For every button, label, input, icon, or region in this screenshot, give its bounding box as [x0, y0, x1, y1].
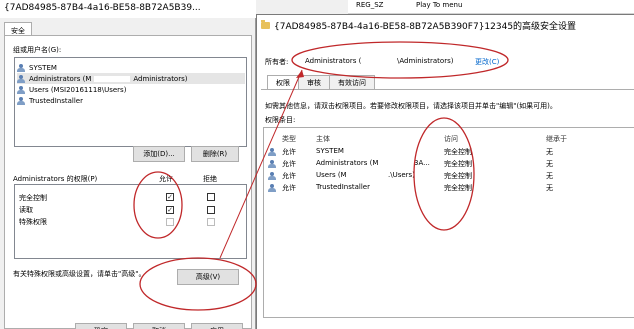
permission-list: 完全控制 ✓ 读取 ✓ 特殊权限 — [14, 184, 247, 259]
owner-label: 所有者: — [265, 58, 289, 66]
permission-entries-table[interactable]: 类型 主体 访问 继承于 允许 SYSTEM 完全控制 无 允许 Adminis… — [263, 127, 634, 318]
user-list[interactable]: SYSTEM Administrators (M Administrators)… — [14, 57, 247, 147]
tab-audit[interactable]: 审核 — [298, 75, 330, 89]
deny-checkbox — [207, 218, 215, 226]
user-group-icon — [268, 184, 277, 192]
registry-type: REG_SZ — [356, 1, 384, 9]
column-header[interactable]: 主体 — [316, 134, 330, 144]
user-group-icon — [17, 96, 26, 105]
remove-button[interactable]: 删除(R) — [191, 146, 239, 162]
registry-value-row: REG_SZ Play To menu — [348, 0, 634, 14]
column-header[interactable]: 继承于 — [546, 134, 567, 144]
user-group-icon — [17, 85, 26, 94]
table-row[interactable]: 允许 TrustedInstaller 完全控制 无 — [264, 182, 634, 193]
folder-icon — [261, 20, 270, 29]
tab-security[interactable]: 安全 — [4, 22, 32, 36]
list-item[interactable]: Administrators (M Administrators) — [17, 73, 245, 84]
allow-checkbox[interactable]: ✓ — [166, 206, 174, 214]
dialog-title: {7AD84985-87B4-4a16-BE58-8B72A5B39... — [0, 0, 256, 18]
deny-checkbox[interactable] — [207, 206, 215, 214]
tab-permissions[interactable]: 权限 — [267, 75, 299, 90]
deny-header: 拒绝 — [203, 175, 217, 183]
list-item[interactable]: TrustedInstaller — [17, 95, 245, 106]
tab-divider — [261, 89, 634, 90]
user-group-icon — [268, 160, 277, 168]
advanced-hint: 有关特殊权限或高级设置，请单击"高级"。 — [13, 270, 146, 278]
permissions-label: Administrators 的权限(P) — [13, 175, 98, 183]
change-owner-link[interactable]: 更改(C) — [475, 57, 499, 67]
column-header[interactable]: 类型 — [282, 134, 296, 144]
apply-button[interactable]: 应用 — [191, 323, 243, 329]
window-title: {7AD84985-87B4-4a16-BE58-8B72A5B390F7}12… — [261, 19, 576, 32]
advanced-security-window: {7AD84985-87B4-4a16-BE58-8B72A5B390F7}12… — [256, 14, 634, 329]
redacted-text — [94, 75, 131, 82]
group-or-user-label: 组或用户名(G): — [13, 46, 62, 54]
table-row[interactable]: 允许 SYSTEM 完全控制 无 — [264, 146, 634, 157]
allow-checkbox[interactable]: ✓ — [166, 193, 174, 201]
table-row[interactable]: 允许 Users (M .\Users) 完全控制 无 — [264, 170, 634, 181]
entries-label: 权限条目: — [265, 116, 296, 124]
tab-effective-access[interactable]: 有效访问 — [329, 75, 375, 89]
permission-name: 完全控制 — [19, 194, 47, 202]
security-panel: 组或用户名(G): SYSTEM Administrators (M Admin… — [4, 35, 252, 329]
user-group-icon — [268, 172, 277, 180]
registry-value: Play To menu — [416, 1, 463, 9]
user-group-icon — [17, 63, 26, 72]
table-row[interactable]: 允许 Administrators (M 3A... 完全控制 无 — [264, 158, 634, 169]
advanced-button[interactable]: 高级(V) — [177, 269, 239, 285]
ok-button[interactable]: 确定 — [75, 323, 127, 329]
user-group-icon — [268, 148, 277, 156]
list-item[interactable]: SYSTEM — [17, 62, 245, 73]
allow-header: 允许 — [159, 175, 173, 183]
allow-checkbox — [166, 218, 174, 226]
user-group-icon — [17, 74, 26, 83]
info-text: 如需其他信息，请双击权限项目。若要修改权限项目，请选择该项目并单击"编辑"(如果… — [265, 102, 557, 110]
owner-value-suffix: \Administrators) — [397, 57, 454, 65]
permission-name: 特殊权限 — [19, 218, 47, 226]
tab-bar: 权限 审核 有效访问 — [267, 75, 375, 90]
cancel-button[interactable]: 取消 — [133, 323, 185, 329]
list-item[interactable]: Users (MSI20161118\Users) — [17, 84, 245, 95]
deny-checkbox[interactable] — [207, 193, 215, 201]
add-button[interactable]: 添加(D)... — [133, 146, 185, 162]
owner-value: Administrators ( — [305, 57, 362, 65]
column-header[interactable]: 访问 — [444, 134, 458, 144]
security-properties-dialog: {7AD84985-87B4-4a16-BE58-8B72A5B39... 安全… — [0, 0, 256, 329]
permission-name: 读取 — [19, 206, 33, 214]
